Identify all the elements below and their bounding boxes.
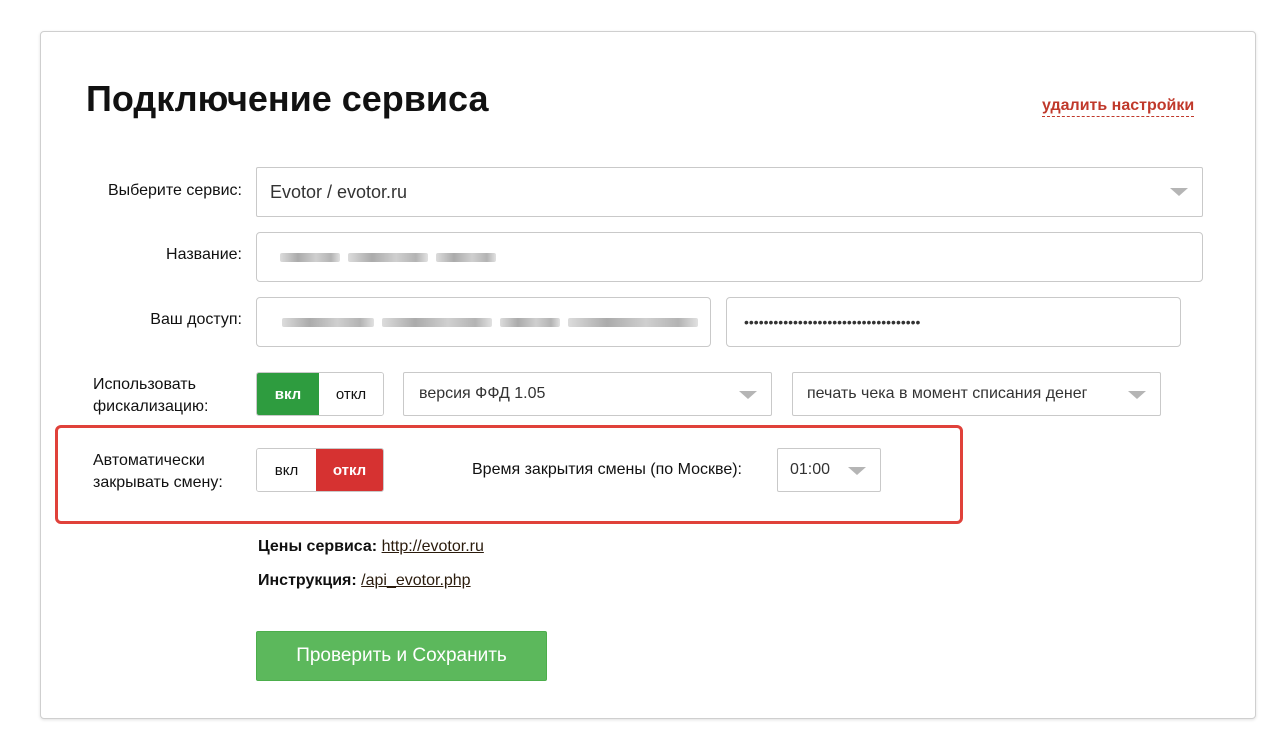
access-password-input[interactable]: •••••••••••••••••••••••••••••••••••• <box>726 297 1181 347</box>
fiscal-toggle: вкл откл <box>256 372 384 416</box>
prices-info: Цены сервиса: http://evotor.ru <box>258 538 484 556</box>
close-time-label: Время закрытия смены (по Москве): <box>472 461 742 478</box>
instruction-info: Инструкция: /api_evotor.php <box>258 572 471 590</box>
autoclose-toggle: вкл откл <box>256 448 384 492</box>
service-label: Выберите сервис: <box>107 182 242 199</box>
delete-settings-link[interactable]: удалить настройки <box>1042 96 1195 117</box>
name-input[interactable] <box>256 232 1203 282</box>
access-password-value: •••••••••••••••••••••••••••••••••••• <box>744 314 921 330</box>
service-select-value: Evotor / evotor.ru <box>270 181 408 202</box>
autoclose-on-button[interactable]: вкл <box>257 449 316 491</box>
prices-link[interactable]: http://evotor.ru <box>382 538 484 555</box>
print-mode-value: печать чека в момент списания денег <box>807 385 1088 402</box>
fiscal-on-button[interactable]: вкл <box>257 373 319 415</box>
access-login-input[interactable] <box>256 297 711 347</box>
autoclose-label: Автоматически закрывать смену: <box>93 450 223 494</box>
service-select[interactable]: Evotor / evotor.ru <box>256 167 1203 217</box>
chevron-down-icon <box>1170 188 1188 196</box>
instruction-label: Инструкция: <box>258 572 357 589</box>
chevron-down-icon <box>1128 391 1146 399</box>
access-login-value <box>270 317 706 327</box>
check-and-save-button[interactable]: Проверить и Сохранить <box>256 631 547 681</box>
prices-label: Цены сервиса: <box>258 538 378 555</box>
autoclose-label-line2: закрывать смену: <box>93 474 223 491</box>
fiscal-off-button[interactable]: откл <box>319 373 383 415</box>
close-time-select[interactable]: 01:00 <box>777 448 881 492</box>
fiscal-label-line2: фискализацию: <box>93 398 209 415</box>
close-time-value: 01:00 <box>790 461 831 478</box>
fiscal-label-line1: Использовать <box>93 376 196 393</box>
name-label: Название: <box>166 246 242 263</box>
name-input-value <box>270 252 504 262</box>
access-label: Ваш доступ: <box>150 311 242 328</box>
ffd-version-select[interactable]: версия ФФД 1.05 <box>403 372 772 416</box>
fiscal-label: Использовать фискализацию: <box>93 374 208 418</box>
page-title: Подключение сервиса <box>86 78 489 119</box>
autoclose-label-line1: Автоматически <box>93 452 205 469</box>
print-mode-select[interactable]: печать чека в момент списания денег <box>792 372 1161 416</box>
autoclose-off-button[interactable]: откл <box>316 449 383 491</box>
chevron-down-icon <box>739 391 757 399</box>
ffd-version-value: версия ФФД 1.05 <box>419 385 546 402</box>
instruction-link[interactable]: /api_evotor.php <box>361 572 470 589</box>
chevron-down-icon <box>848 467 866 475</box>
